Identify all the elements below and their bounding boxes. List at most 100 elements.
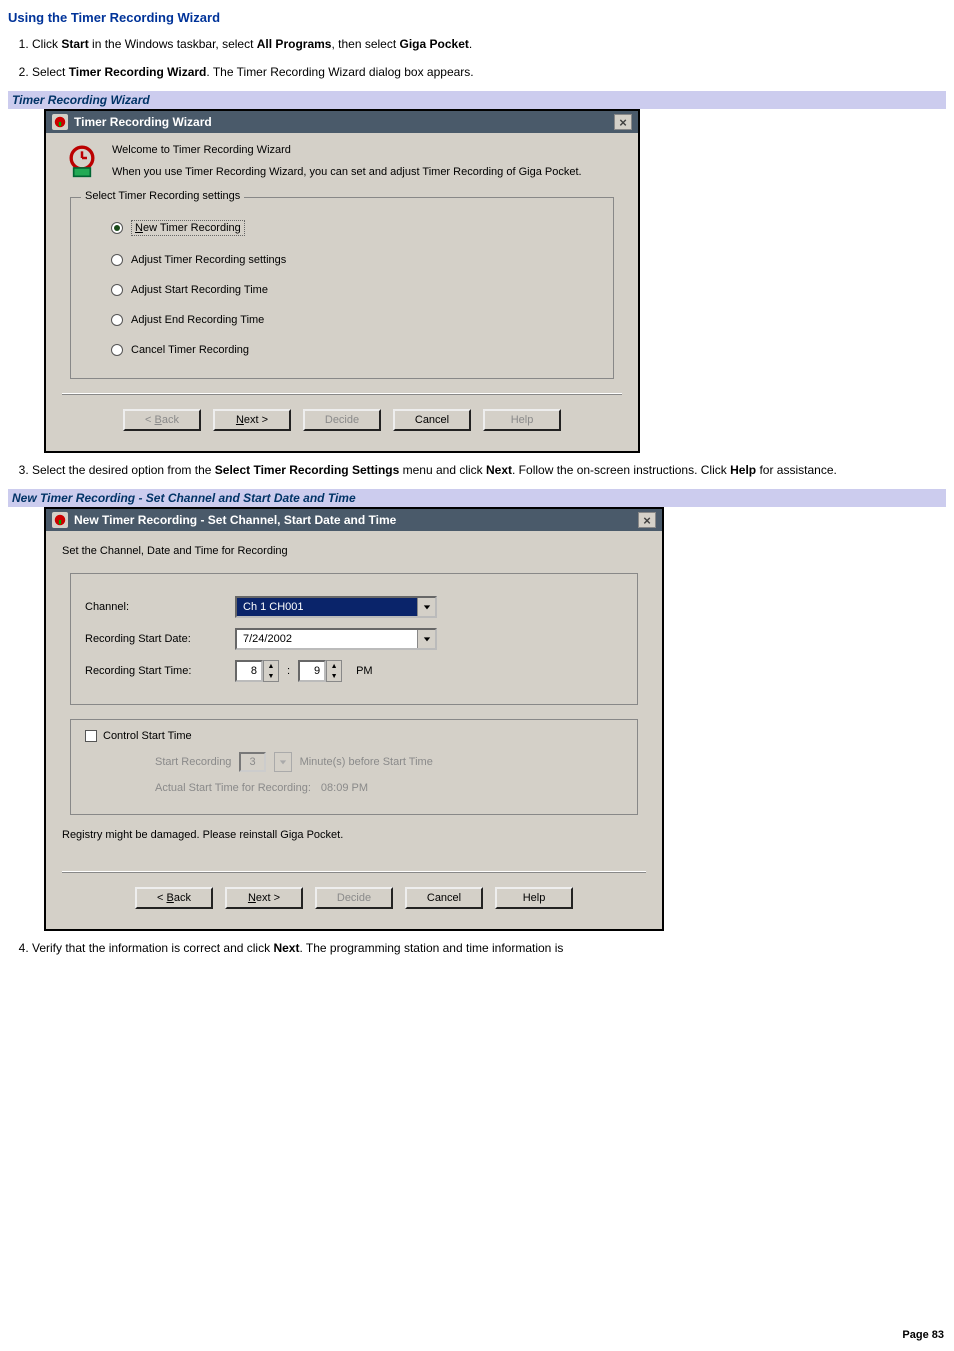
dialog-title: Timer Recording Wizard bbox=[74, 115, 614, 129]
start-offset-value: 3 bbox=[239, 752, 265, 772]
radio-label: Cancel Timer Recording bbox=[131, 344, 249, 356]
radio-adjust-start[interactable]: Adjust Start Recording Time bbox=[111, 284, 597, 296]
steps-list: Click Start in the Windows taskbar, sele… bbox=[32, 35, 946, 81]
app-icon bbox=[52, 512, 68, 528]
text: in the Windows taskbar, select bbox=[89, 37, 257, 51]
ampm-label: PM bbox=[356, 665, 373, 677]
next-button[interactable]: Next >Next > bbox=[225, 887, 303, 909]
radio-label: Adjust Timer Recording settings bbox=[131, 254, 286, 266]
date-label: Recording Start Date: bbox=[85, 633, 235, 645]
figure-1-caption: Timer Recording Wizard bbox=[8, 91, 946, 109]
divider bbox=[62, 871, 646, 873]
cancel-button[interactable]: Cancel bbox=[393, 409, 471, 431]
welcome-body: When you use Timer Recording Wizard, you… bbox=[112, 165, 582, 181]
radio-adjust-settings[interactable]: Adjust Timer Recording settings bbox=[111, 254, 597, 266]
channel-date-group: Channel: Ch 1 CH001 Recording Start Date… bbox=[70, 573, 638, 705]
button-row: < Back< Back Next >Next > Decide Cancel … bbox=[62, 883, 646, 915]
time-label: Recording Start Time: bbox=[85, 665, 235, 677]
next-button[interactable]: Next >Next > bbox=[213, 409, 291, 431]
chevron-down-icon bbox=[274, 752, 292, 772]
bold: All Programs bbox=[257, 37, 332, 51]
welcome-heading: Welcome to Timer Recording Wizard bbox=[112, 143, 582, 159]
radio-new-recording[interactable]: NNew Timer Recordingew Timer Recording bbox=[111, 220, 597, 236]
bold: Next bbox=[273, 941, 299, 955]
steps-list-2: Select the desired option from the Selec… bbox=[32, 461, 946, 479]
step-4: Verify that the information is correct a… bbox=[32, 939, 946, 957]
date-value: 7/24/2002 bbox=[237, 631, 417, 647]
groupbox-legend: Select Timer Recording settings bbox=[81, 190, 244, 202]
text: Verify that the information is correct a… bbox=[32, 941, 273, 955]
hour-input[interactable] bbox=[235, 660, 263, 682]
bold: Giga Pocket bbox=[400, 37, 469, 51]
app-icon bbox=[52, 114, 68, 130]
actual-start-label: Actual Start Time for Recording: bbox=[155, 782, 311, 794]
actual-start-value: 08:09 PM bbox=[321, 782, 368, 794]
chevron-down-icon bbox=[417, 598, 435, 616]
down-arrow-icon[interactable]: ▼ bbox=[264, 671, 278, 681]
new-recording-dialog: New Timer Recording - Set Channel, Start… bbox=[44, 507, 664, 931]
warning-text: Registry might be damaged. Please reinst… bbox=[62, 829, 646, 841]
text: Select bbox=[32, 65, 69, 79]
dialog-title: New Timer Recording - Set Channel, Start… bbox=[74, 513, 638, 527]
instruction-text: Set the Channel, Date and Time for Recor… bbox=[62, 545, 646, 557]
radio-adjust-end[interactable]: Adjust End Recording Time bbox=[111, 314, 597, 326]
button-row: < Back< Back Next >Next > Decide Cancel … bbox=[62, 405, 622, 437]
bold: Next bbox=[486, 463, 512, 477]
bold: Timer Recording Wizard bbox=[69, 65, 207, 79]
down-arrow-icon[interactable]: ▼ bbox=[327, 671, 341, 681]
titlebar: Timer Recording Wizard × bbox=[46, 111, 638, 133]
wizard-icon bbox=[62, 143, 102, 183]
radio-icon bbox=[111, 344, 123, 356]
radio-icon bbox=[111, 284, 123, 296]
text: . bbox=[469, 37, 472, 51]
close-icon[interactable]: × bbox=[638, 512, 656, 528]
minute-spinner[interactable]: ▲▼ bbox=[298, 660, 342, 682]
close-icon[interactable]: × bbox=[614, 114, 632, 130]
minute-input[interactable] bbox=[298, 660, 326, 682]
decide-button[interactable]: Decide bbox=[303, 409, 381, 431]
channel-value: Ch 1 CH001 bbox=[237, 599, 417, 615]
radio-label: Adjust Start Recording Time bbox=[131, 284, 268, 296]
bold: Help bbox=[730, 463, 756, 477]
date-combo[interactable]: 7/24/2002 bbox=[235, 628, 437, 650]
up-arrow-icon[interactable]: ▲ bbox=[327, 661, 341, 671]
steps-list-3: Verify that the information is correct a… bbox=[32, 939, 946, 957]
help-button[interactable]: Help bbox=[483, 409, 561, 431]
text: menu and click bbox=[399, 463, 486, 477]
bold: Select Timer Recording Settings bbox=[215, 463, 400, 477]
channel-label: Channel: bbox=[85, 601, 235, 613]
divider bbox=[62, 393, 622, 395]
radio-label: Adjust End Recording Time bbox=[131, 314, 264, 326]
text: . The Timer Recording Wizard dialog box … bbox=[206, 65, 473, 79]
text: . The programming station and time infor… bbox=[299, 941, 563, 955]
step-3: Select the desired option from the Selec… bbox=[32, 461, 946, 479]
start-offset-unit: Minute(s) before Start Time bbox=[300, 756, 433, 768]
text: for assistance. bbox=[756, 463, 837, 477]
decide-button[interactable]: Decide bbox=[315, 887, 393, 909]
text: Select the desired option from the bbox=[32, 463, 215, 477]
channel-combo[interactable]: Ch 1 CH001 bbox=[235, 596, 437, 618]
radio-cancel-recording[interactable]: Cancel Timer Recording bbox=[111, 344, 597, 356]
timer-wizard-dialog: Timer Recording Wizard × Welcome to Time… bbox=[44, 109, 640, 453]
control-start-group: Control Start Time Start Recording 3 Min… bbox=[70, 719, 638, 815]
up-arrow-icon[interactable]: ▲ bbox=[264, 661, 278, 671]
control-start-label: Control Start Time bbox=[103, 730, 192, 742]
radio-icon bbox=[111, 254, 123, 266]
step-2: Select Timer Recording Wizard. The Timer… bbox=[32, 63, 946, 81]
cancel-button[interactable]: Cancel bbox=[405, 887, 483, 909]
back-button[interactable]: < Back< Back bbox=[135, 887, 213, 909]
figure-2-caption: New Timer Recording - Set Channel and St… bbox=[8, 489, 946, 507]
step-1: Click Start in the Windows taskbar, sele… bbox=[32, 35, 946, 53]
start-recording-label: Start Recording bbox=[155, 756, 231, 768]
hour-spinner[interactable]: ▲▼ bbox=[235, 660, 279, 682]
text: . Follow the on-screen instructions. Cli… bbox=[512, 463, 730, 477]
text: Click bbox=[32, 37, 61, 51]
help-button[interactable]: Help bbox=[495, 887, 573, 909]
figure-2: New Timer Recording - Set Channel, Start… bbox=[44, 507, 946, 931]
control-start-checkbox[interactable] bbox=[85, 730, 97, 742]
bold: Start bbox=[61, 37, 88, 51]
page-number: Page 83 bbox=[902, 1329, 944, 1341]
figure-1: Timer Recording Wizard × Welcome to Time… bbox=[44, 109, 946, 453]
text: , then select bbox=[331, 37, 399, 51]
back-button[interactable]: < Back< Back bbox=[123, 409, 201, 431]
